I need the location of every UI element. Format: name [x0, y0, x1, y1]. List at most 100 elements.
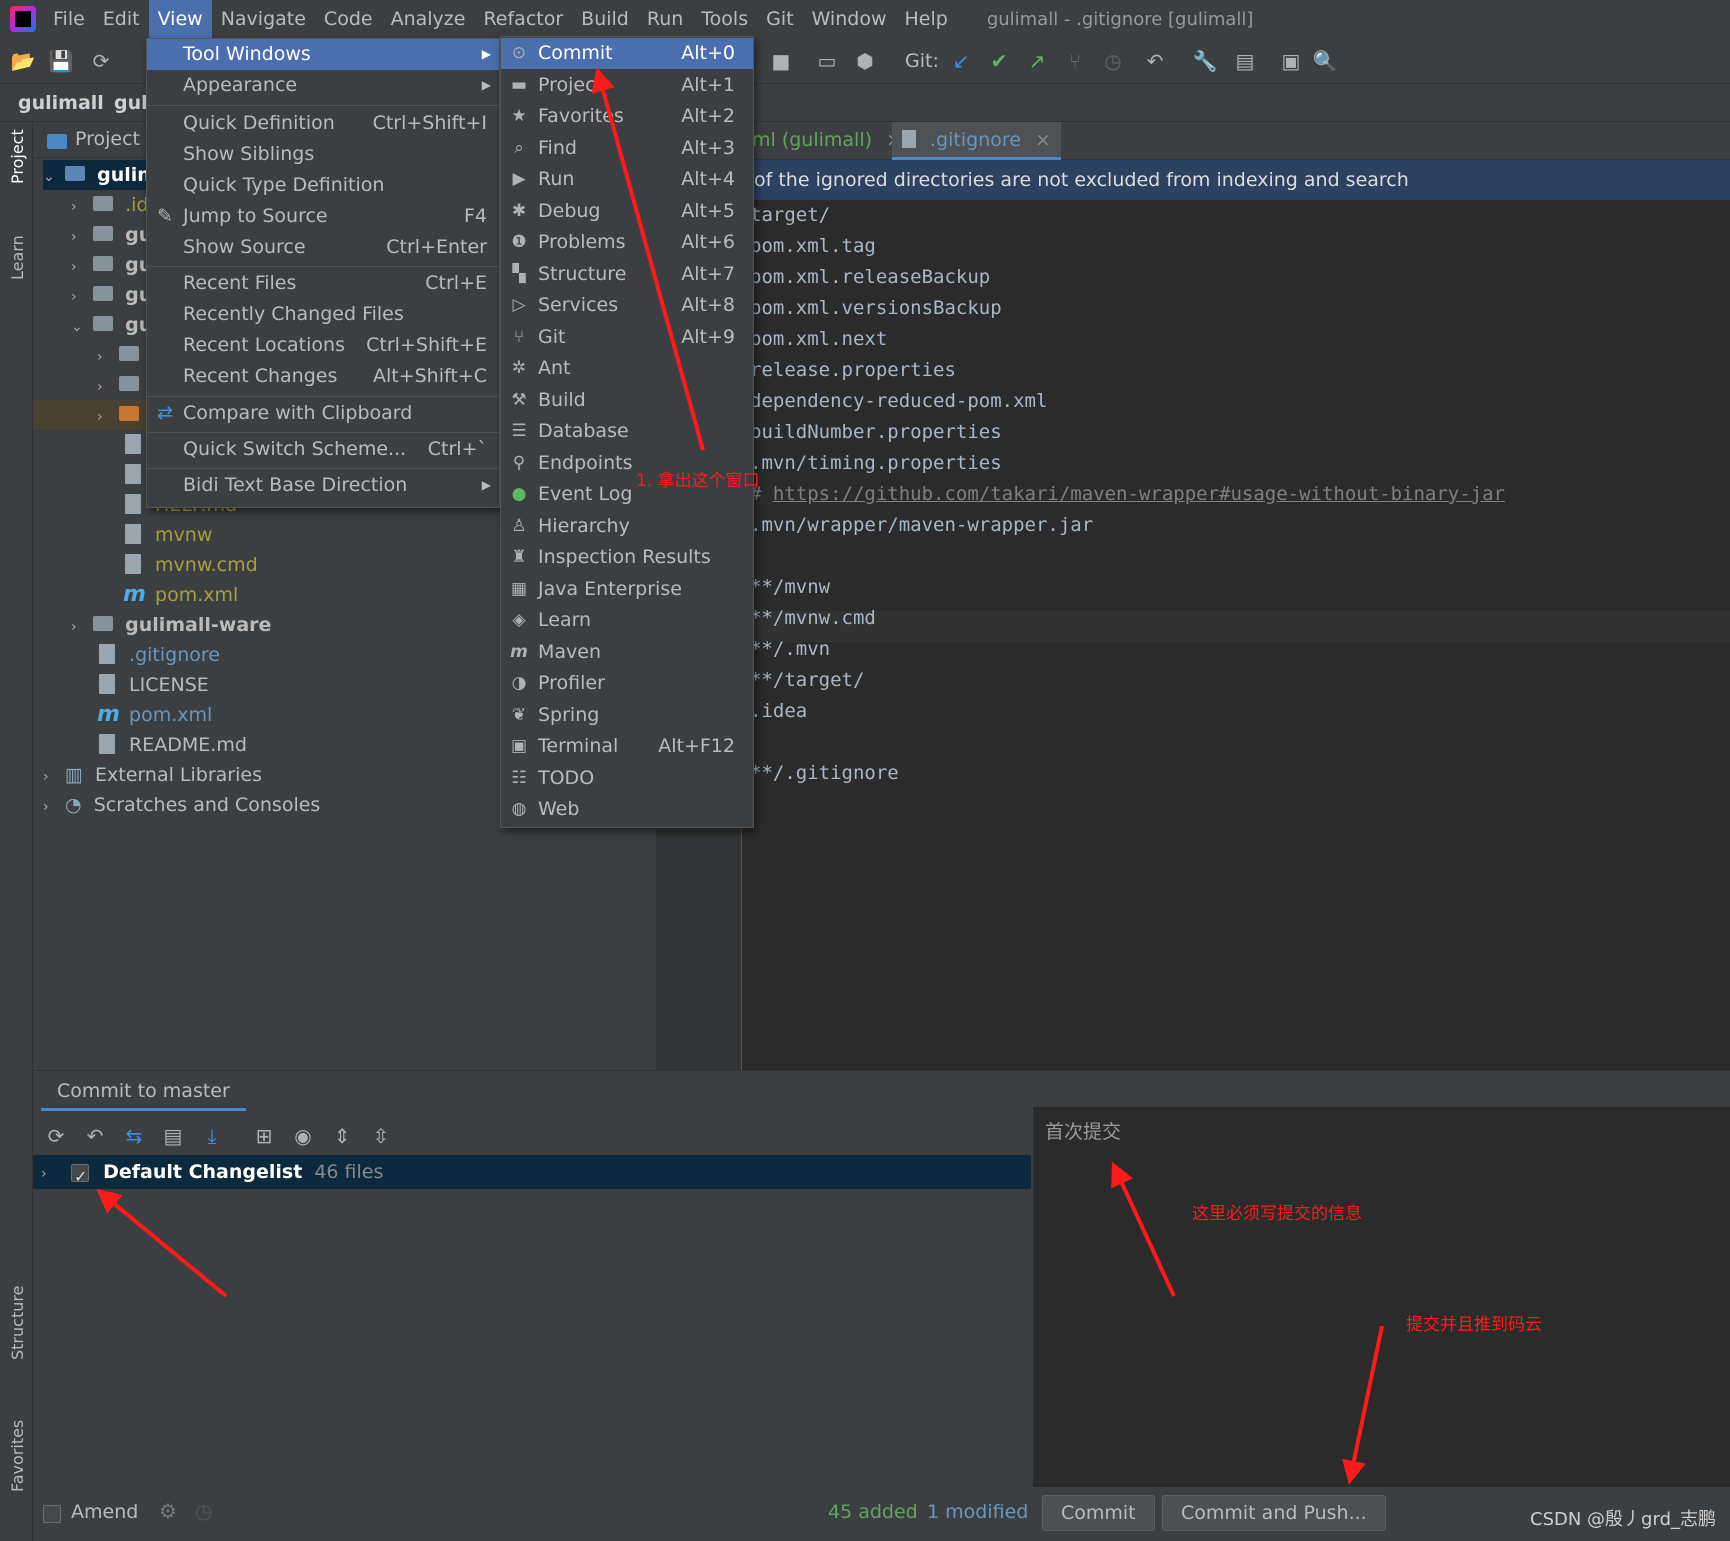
menu-git[interactable]: Git: [757, 0, 802, 38]
tree-row-mvnw-cmd[interactable]: mvnw.cmd: [125, 550, 258, 580]
changelist-icon[interactable]: ▤: [160, 1123, 186, 1149]
rollback-icon[interactable]: ↶: [82, 1123, 108, 1149]
stripe-favorites[interactable]: Favorites: [8, 1420, 27, 1492]
menu-edit[interactable]: Edit: [94, 0, 149, 38]
expand-arrow-icon[interactable]: ›: [97, 402, 113, 432]
sync-icon[interactable]: ⟳: [88, 48, 114, 74]
device-icon[interactable]: ▭: [814, 48, 840, 74]
gear-icon[interactable]: ⚙: [159, 1499, 177, 1523]
tool-window-item-todo[interactable]: ☷ TODO: [501, 763, 753, 794]
tool-window-item-structure[interactable]: ▚ Structure Alt+7: [501, 259, 753, 290]
expand-all-icon[interactable]: ⇕: [329, 1123, 355, 1149]
view-menu-appearance[interactable]: Appearance ▶: [147, 70, 499, 101]
tree-row-license[interactable]: LICENSE: [99, 670, 209, 700]
expand-arrow-icon[interactable]: ›: [43, 792, 59, 822]
view-menu-tool-windows[interactable]: Tool Windows ▶: [147, 39, 499, 70]
tool-window-item-database[interactable]: ☰ Database: [501, 416, 753, 447]
tool-window-item-services[interactable]: ▷ Services Alt+8: [501, 290, 753, 321]
code-editor[interactable]: target/ pom.xml.tag pom.xml.releaseBacku…: [742, 200, 1730, 1070]
history-icon[interactable]: ◷: [1100, 48, 1126, 74]
stop-icon[interactable]: ■: [768, 48, 794, 74]
tree-row-ext-libs[interactable]: › ▥ External Libraries: [43, 760, 262, 790]
changelist-checkbox[interactable]: [71, 1160, 90, 1194]
collapse-all-icon[interactable]: ⇳: [368, 1123, 394, 1149]
search-icon[interactable]: 🔍: [1312, 48, 1338, 74]
tool-window-item-spring[interactable]: ❦ Spring: [501, 700, 753, 731]
tool-window-item-run[interactable]: ▶ Run Alt+4: [501, 164, 753, 195]
tool-window-item-commit[interactable]: ⊙ Commit Alt+0: [501, 38, 753, 69]
default-changelist-row[interactable]: › Default Changelist 46 files: [33, 1155, 1031, 1194]
tree-row-pom-inner[interactable]: m pom.xml: [123, 580, 238, 610]
tool-window-item-terminal[interactable]: ▣ Terminal Alt+F12: [501, 731, 753, 762]
expand-arrow-icon[interactable]: ›: [71, 252, 87, 282]
menu-code[interactable]: Code: [315, 0, 382, 38]
tree-row-ware[interactable]: › gulimall-ware: [71, 610, 271, 640]
expand-arrow-icon[interactable]: ›: [71, 192, 87, 222]
tool-window-item-profiler[interactable]: ◑ Profiler: [501, 668, 753, 699]
wrench-icon[interactable]: 🔧: [1192, 48, 1218, 74]
menu-window[interactable]: Window: [803, 0, 896, 38]
expand-arrow-icon[interactable]: ›: [97, 342, 113, 372]
diff-icon[interactable]: ⇆: [121, 1123, 147, 1149]
tool-window-item-favorites[interactable]: ★ Favorites Alt+2: [501, 101, 753, 132]
tool-window-item-java-enterprise[interactable]: ▦ Java Enterprise: [501, 574, 753, 605]
tool-window-item-hierarchy[interactable]: ♙ Hierarchy: [501, 511, 753, 542]
tool-window-item-learn[interactable]: ◈ Learn: [501, 605, 753, 636]
expand-arrow-icon[interactable]: ›: [71, 282, 87, 312]
view-menu-quick-type-definition[interactable]: Quick Type Definition: [147, 170, 499, 201]
save-icon[interactable]: 💾: [48, 48, 74, 74]
tree-row-subfolder[interactable]: ›: [97, 370, 145, 400]
view-menu-show-siblings[interactable]: Show Siblings: [147, 139, 499, 170]
tree-row-idea[interactable]: › .id: [71, 190, 148, 220]
refresh-icon[interactable]: ⟳: [43, 1123, 69, 1149]
tree-row-readme[interactable]: README.md: [99, 730, 247, 760]
stripe-structure[interactable]: Structure: [8, 1286, 27, 1360]
git-commit-check-icon[interactable]: ✔: [986, 48, 1012, 74]
view-menu-jump-to-source[interactable]: ✎ Jump to Source F4: [147, 201, 499, 232]
commit-button[interactable]: Commit: [1042, 1495, 1155, 1531]
menu-run[interactable]: Run: [638, 0, 692, 38]
tree-row-pom[interactable]: m pom.xml: [97, 700, 212, 730]
menu-navigate[interactable]: Navigate: [212, 0, 315, 38]
tool-window-item-find[interactable]: ⌕ Find Alt+3: [501, 133, 753, 164]
tool-window-item-inspection-results[interactable]: ♜ Inspection Results: [501, 542, 753, 573]
rollback-icon[interactable]: ↶: [1142, 48, 1168, 74]
stripe-project[interactable]: Project: [8, 129, 27, 184]
commit-message-editor[interactable]: 首次提交: [1033, 1107, 1730, 1487]
menu-analyze[interactable]: Analyze: [382, 0, 475, 38]
amend-checkbox[interactable]: [43, 1505, 61, 1523]
tool-window-item-ant[interactable]: ✲ Ant: [501, 353, 753, 384]
tree-row-module[interactable]: ⌄ gu: [71, 310, 152, 340]
terminal-icon[interactable]: ▣: [1278, 48, 1304, 74]
tree-row-module[interactable]: › gu: [71, 250, 152, 280]
close-icon[interactable]: ×: [1035, 129, 1051, 151]
menu-tools[interactable]: Tools: [692, 0, 757, 38]
clock-icon[interactable]: ◷: [195, 1499, 212, 1523]
group-by-icon[interactable]: ⊞: [251, 1123, 277, 1149]
menu-help[interactable]: Help: [895, 0, 956, 38]
view-menu-recent-locations[interactable]: Recent Locations Ctrl+Shift+E: [147, 330, 499, 361]
tree-row-mvnw[interactable]: mvnw: [125, 520, 212, 550]
code-link[interactable]: https://github.com/takari/maven-wrapper#…: [773, 483, 1505, 505]
commit-to-master-tab[interactable]: Commit to master: [41, 1075, 246, 1111]
view-menu-compare-clipboard[interactable]: ⇄ Compare with Clipboard: [147, 398, 499, 429]
commit-and-push-button[interactable]: Commit and Push...: [1162, 1495, 1386, 1531]
view-menu-recent-changes[interactable]: Recent Changes Alt+Shift+C: [147, 361, 499, 392]
tool-window-item-problems[interactable]: ❶ Problems Alt+6: [501, 227, 753, 258]
view-menu-recent-files[interactable]: Recent Files Ctrl+E: [147, 268, 499, 299]
menu-view[interactable]: View: [148, 0, 212, 38]
git-branches-icon[interactable]: ⑂: [1062, 48, 1088, 74]
tab-gitignore[interactable]: .gitignore ×: [892, 122, 1061, 160]
tool-window-item-build[interactable]: ⚒ Build: [501, 385, 753, 416]
tree-row-module[interactable]: › gu: [71, 220, 152, 250]
view-menu-recently-changed-files[interactable]: Recently Changed Files: [147, 299, 499, 330]
menu-build[interactable]: Build: [572, 0, 638, 38]
git-push-icon[interactable]: ↗: [1024, 48, 1050, 74]
tool-window-item-maven[interactable]: m Maven: [501, 637, 753, 668]
breadcrumb-root[interactable]: gulimall: [18, 92, 104, 114]
git-update-icon[interactable]: ↙: [948, 48, 974, 74]
menu-refactor[interactable]: Refactor: [474, 0, 572, 38]
project-structure-icon[interactable]: ▤: [1232, 48, 1258, 74]
tree-row-subfolder[interactable]: ›: [97, 340, 145, 370]
view-menu-bidi-direction[interactable]: Bidi Text Base Direction ▶: [147, 470, 499, 501]
